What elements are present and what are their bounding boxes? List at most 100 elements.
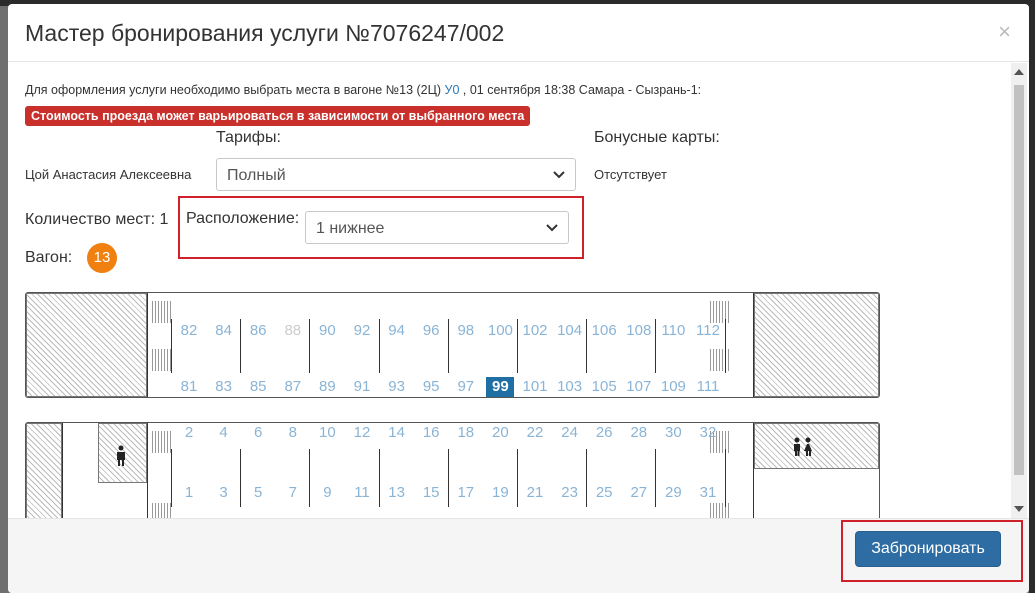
- seat-2[interactable]: 2: [175, 423, 203, 443]
- seat-12[interactable]: 12: [348, 423, 376, 443]
- passenger-name: Цой Анастасия Алексеевна: [25, 167, 192, 182]
- seat-21[interactable]: 21: [521, 483, 549, 503]
- seat-17[interactable]: 17: [452, 483, 480, 503]
- compartment-divider: [724, 449, 726, 507]
- compartment-divider: [586, 449, 588, 507]
- seat-25[interactable]: 25: [590, 483, 618, 503]
- seats-count: Количество мест: 1: [25, 211, 169, 228]
- booking-modal: Мастер бронирования услуги №7076247/002 …: [8, 4, 1029, 593]
- seat-88[interactable]: 88: [279, 321, 307, 341]
- divider-line: [147, 293, 148, 397]
- seat-101[interactable]: 101: [521, 377, 549, 397]
- location-select[interactable]: 1 нижнее: [305, 211, 569, 244]
- seat-30[interactable]: 30: [659, 423, 687, 443]
- seat-24[interactable]: 24: [556, 423, 584, 443]
- seat-1[interactable]: 1: [175, 483, 203, 503]
- compartment-divider: [171, 449, 172, 507]
- seat-100[interactable]: 100: [486, 321, 514, 341]
- upper-left-hatch: [26, 293, 147, 397]
- seat-13[interactable]: 13: [383, 483, 411, 503]
- seat-14[interactable]: 14: [383, 423, 411, 443]
- seat-29[interactable]: 29: [659, 483, 687, 503]
- compartment-divider: [240, 319, 242, 373]
- seat-26[interactable]: 26: [590, 423, 618, 443]
- seat-91[interactable]: 91: [348, 377, 376, 397]
- chevron-down-icon: [553, 171, 565, 179]
- seat-83[interactable]: 83: [210, 377, 238, 397]
- seat-110[interactable]: 110: [659, 321, 687, 341]
- seat-93[interactable]: 93: [383, 377, 411, 397]
- book-button[interactable]: Забронировать: [855, 531, 1001, 567]
- seat-18[interactable]: 18: [452, 423, 480, 443]
- seat-84[interactable]: 84: [210, 321, 238, 341]
- seat-109[interactable]: 109: [659, 377, 687, 397]
- compartment-divider: [586, 319, 588, 373]
- tariff-select-value: Полный: [227, 167, 286, 184]
- info-line: Для оформления услуги необходимо выбрать…: [25, 83, 701, 97]
- seat-5[interactable]: 5: [244, 483, 272, 503]
- seat-94[interactable]: 94: [383, 321, 411, 341]
- tariff-select[interactable]: Полный: [216, 158, 576, 191]
- seat-82[interactable]: 82: [175, 321, 203, 341]
- modal-header: Мастер бронирования услуги №7076247/002 …: [8, 4, 1029, 62]
- seat-99[interactable]: 99: [486, 377, 515, 397]
- seat-86[interactable]: 86: [244, 321, 272, 341]
- seat-15[interactable]: 15: [417, 483, 445, 503]
- seat-31[interactable]: 31: [694, 483, 722, 503]
- scroll-up-icon[interactable]: [1014, 69, 1024, 75]
- seat-3[interactable]: 3: [210, 483, 238, 503]
- location-label: Расположение:: [186, 210, 300, 227]
- seat-106[interactable]: 106: [590, 321, 618, 341]
- seat-27[interactable]: 27: [625, 483, 653, 503]
- seat-11[interactable]: 11: [348, 483, 376, 503]
- upper-right-hatch: [754, 293, 879, 397]
- train-link[interactable]: У0: [445, 83, 460, 97]
- seat-19[interactable]: 19: [486, 483, 514, 503]
- seat-9[interactable]: 9: [313, 483, 341, 503]
- seat-6[interactable]: 6: [244, 423, 272, 443]
- seat-87[interactable]: 87: [279, 377, 307, 397]
- seat-96[interactable]: 96: [417, 321, 445, 341]
- lower-right-hatch: [754, 423, 879, 469]
- upper-deck-scheme: 82 84 86 88 90 92 94 96 98 100 102 104 106 108 110 112 8…: [25, 292, 880, 398]
- stairs: [708, 349, 730, 371]
- seat-22[interactable]: 22: [521, 423, 549, 443]
- seat-105[interactable]: 105: [590, 377, 618, 397]
- compartment-divider: [447, 319, 449, 373]
- seat-85[interactable]: 85: [244, 377, 272, 397]
- modal-body: Для оформления услуги необходимо выбрать…: [8, 63, 1029, 518]
- seat-32[interactable]: 32: [694, 423, 722, 443]
- seat-104[interactable]: 104: [556, 321, 584, 341]
- seat-10[interactable]: 10: [313, 423, 341, 443]
- seat-90[interactable]: 90: [313, 321, 341, 341]
- seat-98[interactable]: 98: [452, 321, 480, 341]
- backdrop-right-strip: [1029, 0, 1035, 593]
- seat-97[interactable]: 97: [452, 377, 480, 397]
- wagon-number-badge: 13: [87, 243, 117, 273]
- seat-103[interactable]: 103: [556, 377, 584, 397]
- seat-4[interactable]: 4: [210, 423, 238, 443]
- scroll-down-icon[interactable]: [1014, 506, 1024, 512]
- seat-28[interactable]: 28: [625, 423, 653, 443]
- seat-89[interactable]: 89: [313, 377, 341, 397]
- seat-81[interactable]: 81: [175, 377, 203, 397]
- compartment-divider: [240, 449, 242, 507]
- seat-8[interactable]: 8: [279, 423, 307, 443]
- location-select-value: 1 нижнее: [316, 220, 385, 237]
- seat-16[interactable]: 16: [417, 423, 445, 443]
- seat-23[interactable]: 23: [556, 483, 584, 503]
- seat-7[interactable]: 7: [279, 483, 307, 503]
- seat-95[interactable]: 95: [417, 377, 445, 397]
- seat-92[interactable]: 92: [348, 321, 376, 341]
- wagon-label: Вагон:: [25, 249, 73, 266]
- scroll-thumb[interactable]: [1014, 85, 1024, 475]
- seat-111[interactable]: 111: [694, 377, 722, 397]
- close-icon[interactable]: ×: [998, 19, 1011, 45]
- compartment-divider: [517, 319, 518, 373]
- modal-scrollbar[interactable]: [1011, 63, 1027, 518]
- seat-108[interactable]: 108: [625, 321, 653, 341]
- seat-107[interactable]: 107: [625, 377, 653, 397]
- seat-112[interactable]: 112: [694, 321, 722, 341]
- seat-20[interactable]: 20: [486, 423, 514, 443]
- seat-102[interactable]: 102: [521, 321, 549, 341]
